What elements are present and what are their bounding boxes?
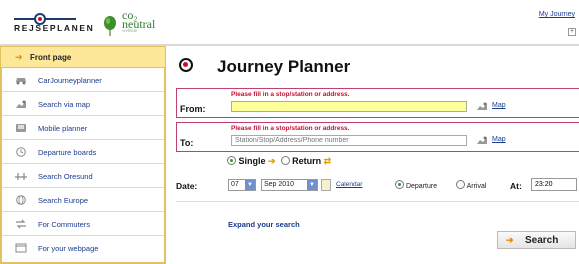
month-year-value: Sep 2010 xyxy=(264,181,294,188)
return-arrows-icon: ⇄ xyxy=(323,156,332,166)
sidebar-item-search-via-map[interactable]: Search via map xyxy=(2,92,164,116)
calendar-link[interactable]: Calendar xyxy=(336,181,362,188)
sidebar-item-label: For Commuters xyxy=(38,220,91,229)
sidebar-list: CarJourneyplanner Search via map Mobile … xyxy=(0,68,166,264)
to-field-group: Please fill in a stop/station or address… xyxy=(176,122,579,152)
car-icon xyxy=(15,75,27,85)
map-pin-icon[interactable] xyxy=(476,101,488,113)
rejseplanen-logo[interactable]: REJSEPLANEN co₂ neutral website xyxy=(14,5,164,43)
from-input[interactable] xyxy=(231,101,467,112)
globe-icon xyxy=(15,195,27,205)
search-button[interactable]: ➔ Search xyxy=(497,231,576,249)
sidebar-item-for-commuters[interactable]: For Commuters xyxy=(2,212,164,236)
to-input[interactable] xyxy=(231,135,467,146)
arrival-label: Arrival xyxy=(466,183,487,190)
departure-option[interactable]: Departure xyxy=(395,180,437,190)
from-map-link[interactable]: Map xyxy=(492,102,506,109)
sidebar: ➔ Front page CarJourneyplanner Search vi… xyxy=(0,46,166,264)
bridge-icon xyxy=(15,171,27,181)
page-title: Journey Planner xyxy=(217,57,351,76)
sidebar-item-label: Search via map xyxy=(38,100,91,109)
sidebar-item-front-page[interactable]: ➔ Front page xyxy=(0,46,166,68)
sidebar-item-search-europe[interactable]: Search Europe xyxy=(2,188,164,212)
logo-wordmark: REJSEPLANEN xyxy=(14,23,95,33)
chevron-down-icon: ▼ xyxy=(245,180,255,190)
sidebar-item-label: For your webpage xyxy=(38,244,99,253)
calendar-icon[interactable] xyxy=(321,179,331,191)
expand-search-link[interactable]: Expand your search xyxy=(228,220,300,229)
arrival-option[interactable]: Arrival xyxy=(456,180,486,190)
date-label: Date: xyxy=(176,181,198,191)
my-journey-link[interactable]: My Journey xyxy=(539,11,575,18)
to-map-link[interactable]: Map xyxy=(492,136,506,143)
sidebar-item-label: CarJourneyplanner xyxy=(38,76,102,85)
from-field-group: Please fill in a stop/station or address… xyxy=(176,88,579,118)
sidebar-item-mobile-planner[interactable]: Mobile planner xyxy=(2,116,164,140)
date-row: Date: 07 ▼ Sep 2010 ▼ Calendar Departure… xyxy=(176,178,579,194)
mobile-icon xyxy=(15,123,27,133)
return-radio[interactable] xyxy=(280,156,290,165)
arrow-right-icon: ➔ xyxy=(506,235,514,245)
sidebar-item-label: Search Europe xyxy=(38,196,89,205)
sidebar-item-label: Search Oresund xyxy=(38,172,93,181)
single-label[interactable]: Single xyxy=(239,156,266,166)
single-radio[interactable] xyxy=(227,156,236,165)
time-label: At: xyxy=(510,181,522,191)
from-error-message: Please fill in a stop/station or address… xyxy=(231,91,350,98)
sidebar-item-car-journeyplanner[interactable]: CarJourneyplanner xyxy=(2,68,164,92)
to-error-message: Please fill in a stop/station or address… xyxy=(231,125,350,132)
return-label[interactable]: Return xyxy=(292,156,321,166)
journey-planner-logo-icon xyxy=(179,58,193,72)
sidebar-item-label: Departure boards xyxy=(38,148,97,157)
sidebar-item-label: Front page xyxy=(30,53,72,62)
expand-plus-icon[interactable]: + xyxy=(568,28,576,36)
journey-planner-main: Journey Planner Please fill in a stop/st… xyxy=(172,46,579,264)
single-arrow-icon: ➔ xyxy=(268,156,276,166)
site-header: REJSEPLANEN co₂ neutral website My Journ… xyxy=(0,0,579,46)
chevron-down-icon: ▼ xyxy=(307,180,317,190)
from-label: From: xyxy=(180,104,206,114)
day-select[interactable]: 07 ▼ xyxy=(228,179,256,191)
co2-line2: neutral xyxy=(122,17,156,31)
co2-neutral-badge: co₂ neutral website xyxy=(122,9,156,35)
sidebar-item-search-oresund[interactable]: Search Oresund xyxy=(2,164,164,188)
search-button-label: Search xyxy=(525,235,559,246)
commuter-icon xyxy=(15,219,27,229)
arrival-radio[interactable] xyxy=(456,180,465,189)
map-pin-icon xyxy=(15,99,27,109)
departure-radio[interactable] xyxy=(395,180,404,189)
sidebar-item-for-your-webpage[interactable]: For your webpage xyxy=(2,236,164,260)
sidebar-item-label: Mobile planner xyxy=(38,124,88,133)
co2-leaf-icon xyxy=(104,16,116,36)
time-input[interactable] xyxy=(531,178,577,191)
clock-icon xyxy=(15,147,27,157)
map-pin-icon[interactable] xyxy=(476,135,488,147)
month-year-select[interactable]: Sep 2010 ▼ xyxy=(261,179,318,191)
sidebar-item-departure-boards[interactable]: Departure boards xyxy=(2,140,164,164)
trip-type-selector: Single ➔ Return ⇄ xyxy=(227,156,331,167)
to-label: To: xyxy=(180,138,194,148)
section-divider xyxy=(176,201,579,202)
day-value: 07 xyxy=(231,181,239,188)
webpage-icon xyxy=(15,243,27,253)
arrow-right-icon: ➔ xyxy=(15,52,23,62)
departure-label: Departure xyxy=(405,183,438,190)
